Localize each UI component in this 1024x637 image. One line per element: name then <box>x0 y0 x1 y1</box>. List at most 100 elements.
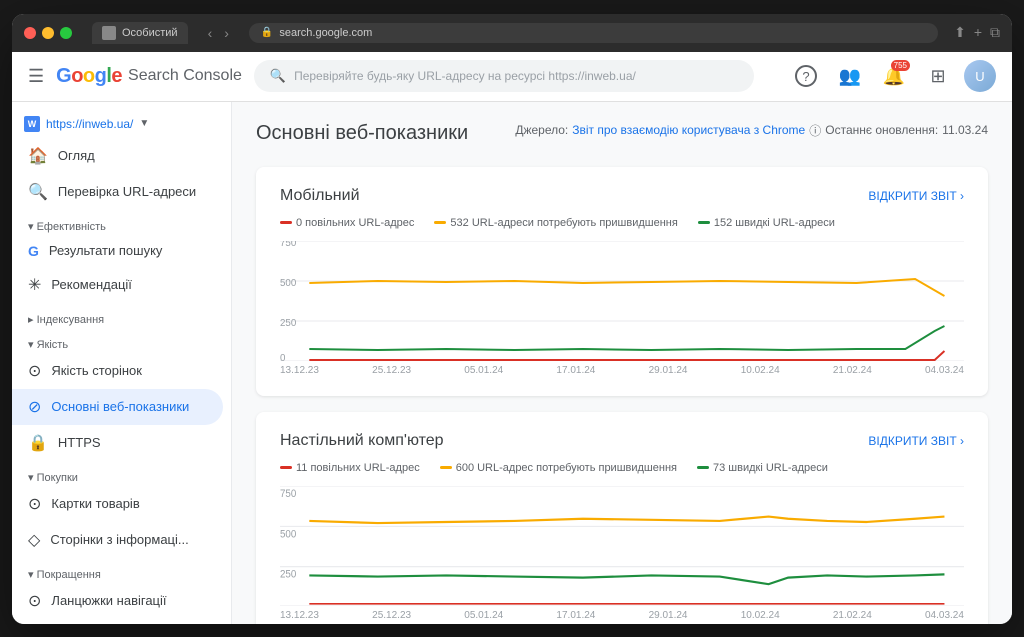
sidebar-label-recommend: Рекомендації <box>51 277 132 292</box>
sidebar-item-overview[interactable]: 🏠 Огляд <box>12 138 223 174</box>
app-container: ☰ Google Search Console 🔍 Перевіряйте бу… <box>12 52 1012 624</box>
legend-improve-label: 532 URL-адреси потребують пришвидшення <box>450 217 677 229</box>
desktop-chart-svg: 750 500 250 <box>280 486 964 606</box>
desktop-legend-slow-dot <box>280 466 292 469</box>
desktop-chart-header: Настільний комп'ютер ВІДКРИТИ ЗВІТ › <box>280 432 964 450</box>
users-button[interactable]: 👥 <box>832 58 868 94</box>
sidebar-item-url-inspection[interactable]: 🔍 Перевірка URL-адреси <box>12 174 223 210</box>
mobile-chart-title: Мобільний <box>280 187 360 205</box>
sidebar-item-search-results[interactable]: G Результати пошуку <box>12 235 223 267</box>
dx-label-7: 21.02.24 <box>833 610 872 621</box>
sidebar-item-breadcrumbs[interactable]: ⊙ Ланцюжки навігації <box>12 583 223 619</box>
sidebar-label-https: HTTPS <box>58 435 101 450</box>
svg-text:0: 0 <box>280 352 286 360</box>
desktop-legend-slow: 11 повільних URL-адрес <box>280 462 420 474</box>
topnav-icons: ? 👥 🔔 755 ⊞ U <box>788 58 996 94</box>
section-efficiency: ▾ Ефективність <box>12 214 231 235</box>
tab-item[interactable]: Особистий <box>92 22 188 44</box>
mobile-chart-svg: 750 500 250 0 <box>280 241 964 361</box>
apps-icon: ⊞ <box>930 66 945 87</box>
logo-google: Google <box>56 65 122 88</box>
share-icon[interactable]: ⬆ <box>954 24 966 41</box>
titlebar-actions: ⬆ + ⧉ <box>954 24 1000 41</box>
section-shopping: ▾ Покупки <box>12 465 231 486</box>
desktop-open-report[interactable]: ВІДКРИТИ ЗВІТ › <box>868 434 964 448</box>
maximize-button[interactable] <box>60 27 72 39</box>
desktop-legend-fast-label: 73 швидкі URL-адреси <box>713 462 828 474</box>
svg-text:750: 750 <box>280 241 297 249</box>
avatar[interactable]: U <box>964 60 996 92</box>
back-arrow[interactable]: ‹ <box>204 23 217 43</box>
desktop-chart-area: 750 500 250 <box>280 486 964 606</box>
legend-improve-dot <box>434 221 446 224</box>
home-icon: 🏠 <box>28 146 48 166</box>
source-label: Джерело: <box>515 123 568 137</box>
tab-label: Особистий <box>122 27 178 39</box>
sidebar-item-faq[interactable]: ⊙ Частіі запитання <box>12 619 223 624</box>
address-bar[interactable]: 🔒 search.google.com <box>249 23 938 43</box>
info-icon[interactable]: ⓘ <box>809 122 821 139</box>
desktop-legend-improve: 600 URL-адрес потребують пришвидшення <box>440 462 677 474</box>
dx-label-6: 10.02.24 <box>741 610 780 621</box>
desktop-legend-fast: 73 швидкі URL-адреси <box>697 462 828 474</box>
window-controls <box>24 27 72 39</box>
top-navigation: ☰ Google Search Console 🔍 Перевіряйте бу… <box>12 52 1012 102</box>
apps-button[interactable]: ⊞ <box>920 58 956 94</box>
sidebar-label-search: Результати пошуку <box>49 243 163 258</box>
site-url: https://inweb.ua/ <box>46 117 133 131</box>
mobile-x-axis: 13.12.23 25.12.23 05.01.24 17.01.24 29.0… <box>280 365 964 376</box>
legend-slow: 0 повільних URL-адрес <box>280 217 414 229</box>
mobile-chart-card: Мобільний ВІДКРИТИ ЗВІТ › 0 повільних UR… <box>256 167 988 396</box>
sidebar-item-info-pages[interactable]: ◇ Сторінки з інформаці... <box>12 522 223 558</box>
legend-fast-dot <box>698 221 710 224</box>
vitals-icon: ⊘ <box>28 397 41 417</box>
menu-icon[interactable]: ☰ <box>28 66 44 87</box>
sidebar-item-https[interactable]: 🔒 HTTPS <box>12 425 223 461</box>
minimize-button[interactable] <box>42 27 54 39</box>
sidebar-item-page-quality[interactable]: ⊙ Якість сторінок <box>12 353 223 389</box>
dx-label-5: 29.01.24 <box>649 610 688 621</box>
notification-badge: 755 <box>891 60 910 71</box>
site-favicon: W <box>24 116 40 132</box>
x-label-3: 05.01.24 <box>464 365 503 376</box>
x-label-7: 21.02.24 <box>833 365 872 376</box>
sidebar-item-core-vitals[interactable]: ⊘ Основні веб-показники <box>12 389 223 425</box>
content-area: W https://inweb.ua/ ▼ 🏠 Огляд 🔍 Перевірк… <box>12 102 1012 624</box>
close-button[interactable] <box>24 27 36 39</box>
address-text: search.google.com <box>279 27 372 39</box>
lock-icon: 🔒 <box>28 433 48 453</box>
help-button[interactable]: ? <box>788 58 824 94</box>
mobile-legend: 0 повільних URL-адрес 532 URL-адреси пот… <box>280 217 964 229</box>
copy-icon[interactable]: ⧉ <box>990 24 1000 41</box>
forward-arrow[interactable]: › <box>220 23 233 43</box>
source-link[interactable]: Звіт про взаємодію користувача з Chrome <box>572 123 805 137</box>
help-icon: ? <box>795 65 817 87</box>
legend-slow-label: 0 повільних URL-адрес <box>296 217 414 229</box>
top-search-bar[interactable]: 🔍 Перевіряйте будь-яку URL-адресу на рес… <box>254 60 754 92</box>
lock-icon: 🔒 <box>261 27 273 38</box>
sidebar-item-product-cards[interactable]: ⊙ Картки товарів <box>12 486 223 522</box>
desktop-legend-slow-label: 11 повільних URL-адрес <box>296 462 420 474</box>
svg-text:500: 500 <box>280 277 297 288</box>
tab-favicon <box>102 26 116 40</box>
sidebar-label-overview: Огляд <box>58 148 95 163</box>
mobile-open-report[interactable]: ВІДКРИТИ ЗВІТ › <box>868 189 964 203</box>
dx-label-8: 04.03.24 <box>925 610 964 621</box>
site-dropdown-icon[interactable]: ▼ <box>139 118 149 129</box>
titlebar: Особистий ‹ › 🔒 search.google.com ⬆ + ⧉ <box>12 14 1012 52</box>
app-window: Особистий ‹ › 🔒 search.google.com ⬆ + ⧉ … <box>12 14 1012 624</box>
search-placeholder: Перевіряйте будь-яку URL-адресу на ресур… <box>294 69 636 83</box>
desktop-legend-improve-dot <box>440 466 452 469</box>
site-selector[interactable]: W https://inweb.ua/ ▼ <box>12 110 231 138</box>
new-tab-icon[interactable]: + <box>974 24 982 41</box>
svg-text:750: 750 <box>280 488 297 500</box>
notifications-button[interactable]: 🔔 755 <box>876 58 912 94</box>
data-source: Джерело: Звіт про взаємодію користувача … <box>515 122 988 139</box>
legend-needs-improvement: 532 URL-адреси потребують пришвидшення <box>434 217 677 229</box>
google-icon: G <box>28 243 39 259</box>
desktop-legend: 11 повільних URL-адрес 600 URL-адрес пот… <box>280 462 964 474</box>
last-updated-label: Останнє оновлення: <box>825 123 938 137</box>
desktop-legend-improve-label: 600 URL-адрес потребують пришвидшення <box>456 462 677 474</box>
search-icon: 🔍 <box>28 182 48 202</box>
sidebar-item-recommendations[interactable]: ✳ Рекомендації <box>12 267 223 303</box>
